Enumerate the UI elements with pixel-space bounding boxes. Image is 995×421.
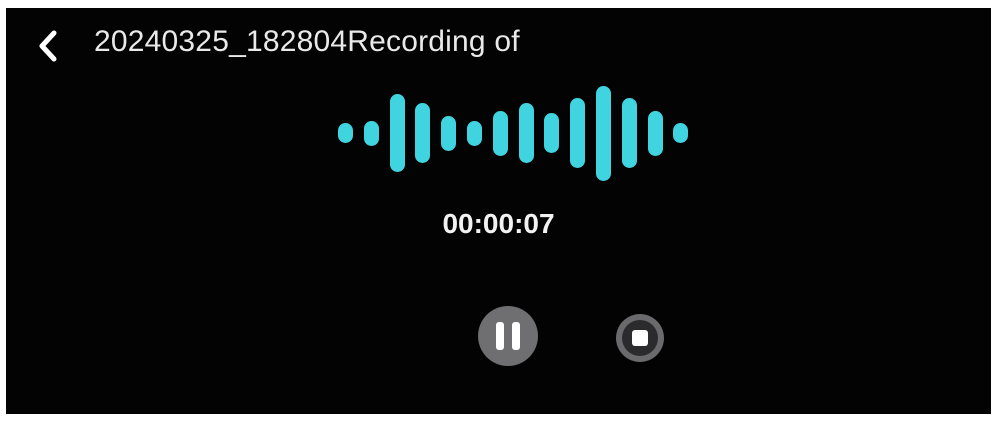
- waveform-bar: [338, 123, 353, 143]
- waveform-bar: [415, 103, 430, 163]
- waveform: [338, 78, 688, 188]
- waveform-bar: [673, 123, 688, 143]
- waveform-bar: [390, 94, 405, 172]
- pause-icon: [492, 322, 524, 350]
- pause-icon-bar-right: [512, 322, 520, 350]
- waveform-bar: [648, 111, 663, 156]
- chevron-left-icon: [39, 30, 57, 62]
- recording-timer: 00:00:07: [442, 208, 555, 239]
- stop-icon: [622, 320, 658, 356]
- waveform-bar: [441, 116, 456, 151]
- waveform-bar: [544, 113, 559, 153]
- waveform-bar: [570, 98, 585, 168]
- back-button[interactable]: [30, 24, 66, 68]
- recording-title: 20240325_182804Recording of: [94, 25, 520, 58]
- waveform-bar: [467, 121, 482, 146]
- recorder-screen: 20240325_182804Recording of 00:00:07: [6, 8, 991, 414]
- waveform-bar: [519, 103, 534, 163]
- waveform-bar: [493, 111, 508, 156]
- pause-icon-bar-left: [496, 322, 504, 350]
- waveform-bar: [364, 121, 379, 146]
- stop-icon-square: [632, 330, 648, 346]
- pause-button[interactable]: [478, 306, 538, 366]
- waveform-bar: [622, 98, 637, 168]
- stop-button[interactable]: [616, 314, 664, 362]
- waveform-bar: [596, 86, 611, 181]
